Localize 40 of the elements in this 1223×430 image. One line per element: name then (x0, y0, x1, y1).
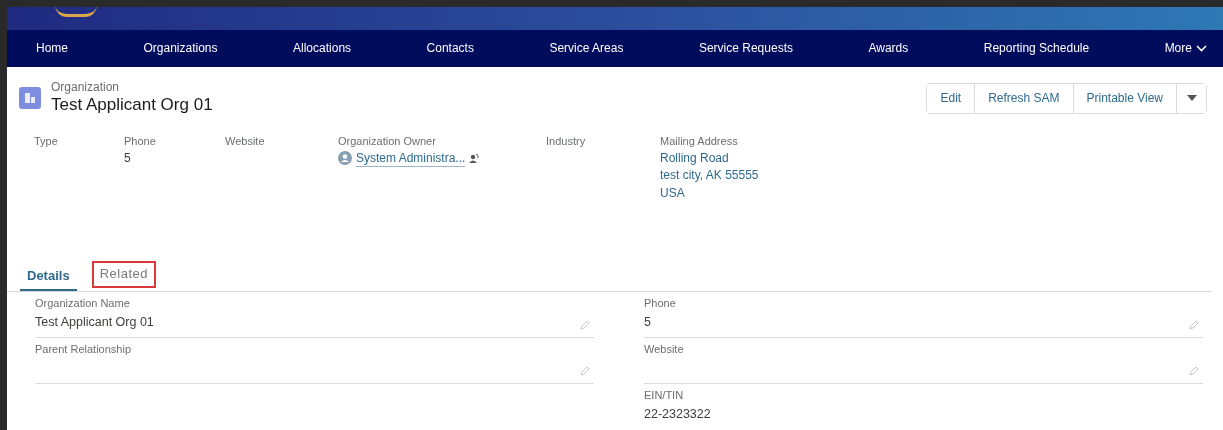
action-button[interactable]: Edit (927, 83, 976, 113)
field-value: 5 (644, 314, 651, 330)
user-avatar-icon (338, 151, 352, 166)
nav-link[interactable]: Service Requests (698, 39, 793, 58)
nav-link[interactable]: Reporting Schedule (983, 39, 1090, 58)
pencil-icon[interactable] (1189, 320, 1199, 330)
highlight-label: Mailing Address (660, 133, 739, 148)
owner-link[interactable]: System Administra... (356, 149, 466, 167)
nav-link[interactable]: Service Areas (549, 39, 624, 58)
highlight-label: Phone (124, 133, 157, 148)
record-title: Test Applicant Org 01 (51, 94, 213, 116)
pencil-icon[interactable] (580, 320, 590, 330)
highlight-label: Type (34, 133, 59, 148)
highlight-label: Website (225, 133, 266, 148)
field-label: Phone (644, 296, 677, 310)
tab[interactable]: Details (20, 263, 77, 291)
pencil-icon[interactable] (580, 366, 590, 376)
more-menu[interactable]: More (1164, 39, 1207, 58)
field-label: Parent Relationship (35, 342, 132, 356)
chevron-down-icon (1195, 44, 1207, 52)
nav-link[interactable]: Allocations (293, 39, 352, 58)
field-label: Organization Name (35, 296, 131, 310)
nav-link[interactable]: Home (36, 39, 68, 58)
record-type: Organization (51, 80, 121, 94)
change-owner-icon[interactable] (469, 152, 481, 164)
tab[interactable]: Related (92, 261, 155, 287)
highlight-label: Organization Owner (338, 133, 437, 148)
nav-link[interactable]: Awards (868, 39, 909, 58)
field-label: EIN/TIN (644, 388, 685, 402)
address-link[interactable]: Rolling Road test city, AK 55555 USA (660, 149, 860, 203)
nav-link[interactable]: Contacts (426, 39, 474, 58)
field-label: Website (644, 342, 685, 356)
highlight-label: Industry (546, 133, 587, 148)
building-icon (19, 87, 41, 110)
caret-icon (1186, 95, 1197, 102)
field-value: 22-2323322 (644, 406, 711, 422)
nav-link[interactable]: Organizations (143, 39, 218, 58)
pencil-icon[interactable] (1189, 366, 1199, 376)
highlight-value: 5 (124, 149, 132, 166)
field-value: Test Applicant Org 01 (35, 314, 154, 330)
